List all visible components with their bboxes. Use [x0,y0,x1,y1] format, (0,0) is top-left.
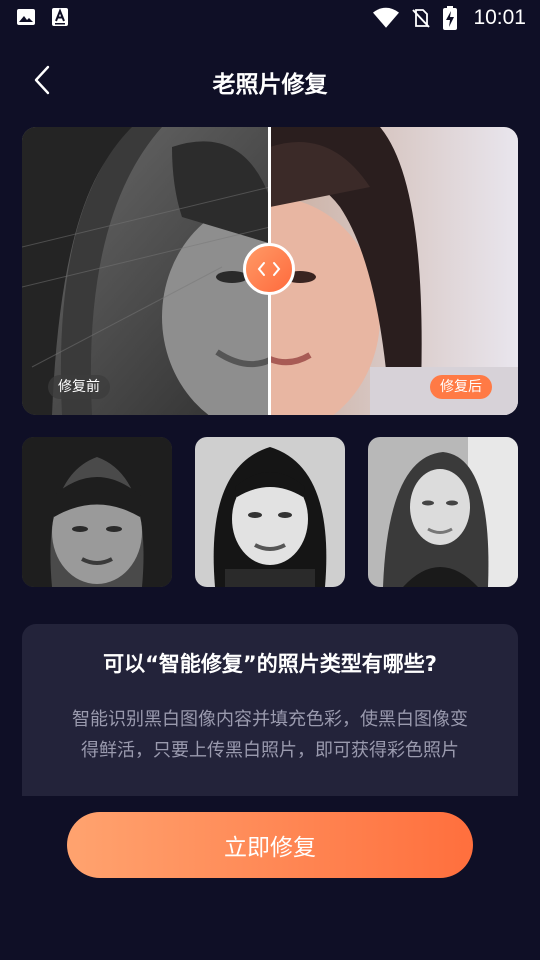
photo-thumb-1[interactable] [22,437,172,587]
no-sim-icon [412,9,431,28]
status-time: 10:01 [473,6,526,29]
battery-charging-icon [443,6,458,30]
before-label: 修复前 [48,375,110,399]
photo-thumb-3[interactable] [368,437,518,587]
text-a-icon [52,8,68,26]
compare-slider-handle[interactable] [243,243,295,295]
before-after-compare[interactable]: 修复前 修复后 [22,127,518,415]
page-title: 老照片修复 [212,72,328,98]
status-bar: 10:01 [0,0,540,36]
image-icon [17,9,35,25]
wifi-icon [373,7,400,28]
left-right-arrows-icon [257,262,281,276]
after-label: 修复后 [430,375,492,399]
restore-now-button[interactable]: 立即修复 [67,812,473,878]
top-nav: 老照片修复 [0,52,540,108]
sample-thumbnails [22,437,518,587]
photo-thumb-2[interactable] [195,437,345,587]
info-description: 智能识别黑白图像内容并填充色彩，使黑白图像变得鲜活，只要上传黑白照片，即可获得彩… [72,709,468,761]
info-title: 可以“智能修复”的照片类型有哪些? [103,652,437,676]
info-card: 可以“智能修复”的照片类型有哪些? 智能识别黑白图像内容并填充色彩，使黑白图像变… [22,624,518,796]
before-photo [22,127,270,415]
after-photo [270,127,518,415]
